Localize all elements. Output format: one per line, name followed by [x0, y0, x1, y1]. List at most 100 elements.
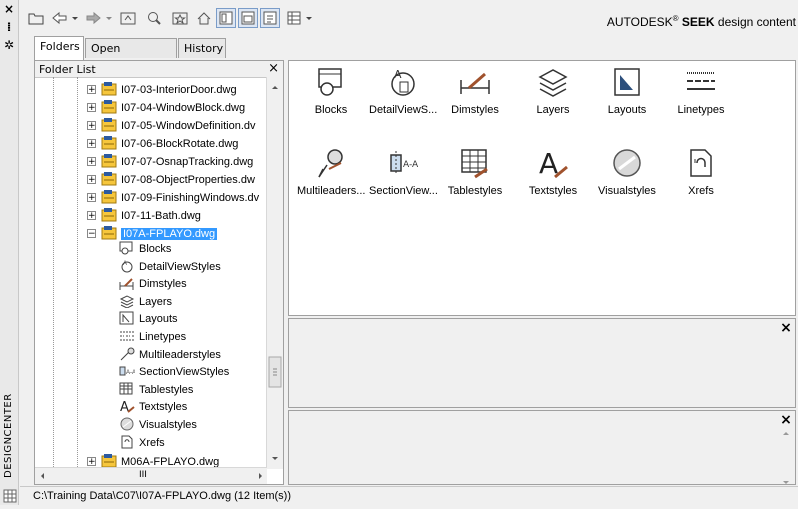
tree-item-i07-07-osnaptracking-dwg[interactable]: I07-07-OsnapTracking.dwg: [101, 153, 253, 171]
tree-item-i07-06-blockrotate-dwg[interactable]: I07-06-BlockRotate.dwg: [101, 135, 238, 153]
forward-arrow-icon: [86, 11, 112, 25]
drawing-file-icon: [101, 226, 117, 240]
content-item-multileaders[interactable]: Multileaders...: [297, 147, 365, 197]
content-item-tablestyles[interactable]: Tablestyles: [441, 147, 509, 197]
folder-list-title: Folder List: [39, 63, 96, 76]
tree-item-i07-03-interiordoor-dwg[interactable]: I07-03-InteriorDoor.dwg: [101, 81, 237, 99]
layouts-icon: [119, 311, 135, 325]
tree-item-label: Blocks: [139, 243, 172, 255]
tablestyles-icon: [459, 147, 491, 179]
tree-expander[interactable]: +: [87, 457, 96, 467]
svg-text:A-A: A-A: [126, 370, 135, 376]
up-button[interactable]: [118, 8, 138, 28]
tree-expander[interactable]: +: [87, 211, 96, 221]
tree-item-tablestyles[interactable]: Tablestyles: [119, 381, 193, 399]
detailviewstyles-icon: A: [119, 259, 135, 273]
tree-item-layers[interactable]: Layers: [119, 293, 172, 311]
autohide-button[interactable]: ⁞: [3, 21, 15, 33]
tree-expander[interactable]: +: [87, 139, 96, 149]
palette-title: DESIGNCENTER: [3, 393, 14, 478]
status-bar: C:\Training Data\C07\I07A-FPLAYO.dwg (12…: [3, 486, 798, 506]
tree-item-textstyles[interactable]: A Textstyles: [119, 398, 187, 416]
tree-item-i07-09-finishingwindows-dv[interactable]: I07-09-FinishingWindows.dv: [101, 189, 259, 207]
tree-expander[interactable]: +: [87, 103, 96, 113]
tree-item-label: I07-03-InteriorDoor.dwg: [121, 84, 237, 96]
tree-view-toggle[interactable]: [216, 8, 236, 28]
content-item-label: Visualstyles: [598, 185, 656, 197]
tree-expander[interactable]: +: [87, 121, 96, 131]
tab-history[interactable]: History: [178, 38, 226, 58]
tab-open-drawings[interactable]: Open Drawings: [85, 38, 177, 75]
tab-folders[interactable]: Folders: [34, 36, 84, 60]
content-item-visualstyles[interactable]: Visualstyles: [593, 147, 661, 197]
folder-list-horizontal-scrollbar[interactable]: III: [35, 467, 267, 484]
forward-button[interactable]: [84, 8, 116, 28]
content-item-layouts[interactable]: Layouts: [593, 66, 661, 116]
content-item-blocks[interactable]: Blocks: [297, 66, 365, 116]
xrefs-icon: [119, 435, 135, 449]
tree-item-dimstyles[interactable]: Dimstyles: [119, 275, 187, 293]
drawing-file-icon: [101, 100, 117, 114]
tree-item-blocks[interactable]: Blocks: [119, 240, 171, 258]
tree-item-layouts[interactable]: Layouts: [119, 310, 178, 328]
content-item-label: Blocks: [314, 104, 348, 116]
tree-item-visualstyles[interactable]: Visualstyles: [119, 416, 197, 434]
tree-item-i07-11-bath-dwg[interactable]: I07-11-Bath.dwg: [101, 207, 201, 225]
tree-item-label: Linetypes: [139, 331, 187, 343]
tree-item-xrefs[interactable]: Xrefs: [119, 434, 165, 452]
visualstyles-icon: [119, 417, 135, 431]
tree-item-label: I07-11-Bath.dwg: [121, 210, 201, 222]
preview-icon: [241, 11, 255, 25]
close-palette-button[interactable]: ×: [3, 3, 15, 15]
preview-toggle[interactable]: [238, 8, 258, 28]
tree-expander[interactable]: +: [87, 193, 96, 203]
views-button[interactable]: [286, 8, 316, 28]
scrollbar-graphics: [268, 86, 282, 460]
content-item-detailviews[interactable]: A DetailViewS...: [369, 66, 437, 116]
tree-item-linetypes[interactable]: Linetypes: [119, 328, 186, 346]
toolbar: AUTODESK® SEEK design content: [20, 0, 798, 36]
tree-item-label: I07A-FPLAYO.dwg: [121, 228, 218, 240]
tree-item-sectionviewstyles[interactable]: A-A SectionViewStyles: [119, 363, 229, 381]
tree-item-multileaderstyles[interactable]: Multileaderstyles: [119, 346, 221, 364]
folder-list-vertical-scrollbar[interactable]: [266, 77, 283, 469]
content-item-dimstyles[interactable]: Dimstyles: [441, 66, 509, 116]
folder-list-close-button[interactable]: ×: [268, 61, 279, 76]
tree-item-i07-08-objectproperties-dw[interactable]: I07-08-ObjectProperties.dw: [101, 171, 255, 189]
load-button[interactable]: [26, 8, 46, 28]
content-item-sectionview[interactable]: A-A SectionView...: [369, 147, 438, 197]
content-item-textstyles[interactable]: A Textstyles: [519, 147, 587, 197]
multileaderstyles-icon: [119, 347, 135, 361]
description-close-button[interactable]: ×: [779, 413, 793, 427]
tree-item-i07-04-windowblock-dwg[interactable]: I07-04-WindowBlock.dwg: [101, 99, 245, 117]
properties-button[interactable]: ✲: [3, 39, 15, 51]
home-button[interactable]: [194, 8, 214, 28]
content-item-label: Textstyles: [528, 185, 578, 197]
blocks-icon: [315, 66, 347, 98]
content-item-layers[interactable]: Layers: [519, 66, 587, 116]
tree-item-detailviewstyles[interactable]: A DetailViewStyles: [119, 258, 221, 276]
tree-item-label: DetailViewStyles: [139, 260, 221, 273]
content-item-label: Multileaders...: [297, 185, 366, 197]
tree-expander[interactable]: −: [87, 229, 96, 239]
favorites-button[interactable]: [170, 8, 190, 28]
tree-item-label: Visualstyles: [139, 419, 197, 431]
section-view-icon: A-A: [387, 147, 419, 179]
search-button[interactable]: [144, 8, 164, 28]
tree-expander[interactable]: +: [87, 85, 96, 95]
content-item-xrefs[interactable]: Xrefs: [667, 147, 735, 197]
back-button[interactable]: [50, 8, 82, 28]
tree-expander[interactable]: +: [87, 175, 96, 185]
tree-item-label: Tablestyles: [139, 383, 194, 396]
search-icon: [148, 12, 161, 25]
drawing-file-icon: [101, 208, 117, 222]
tree-expander[interactable]: +: [87, 157, 96, 167]
description-toggle[interactable]: [260, 8, 280, 28]
content-item-linetypes[interactable]: Linetypes: [667, 66, 735, 116]
preview-pane: ×: [288, 318, 796, 408]
tree-item-label: Dimstyles: [139, 278, 187, 291]
textstyles-icon: A: [119, 399, 135, 415]
preview-close-button[interactable]: ×: [779, 321, 793, 335]
tree-item-i07-05-windowdefinition-dv[interactable]: I07-05-WindowDefinition.dv: [101, 117, 256, 135]
autodesk-seek-link[interactable]: AUTODESK® SEEK design content: [607, 14, 796, 29]
